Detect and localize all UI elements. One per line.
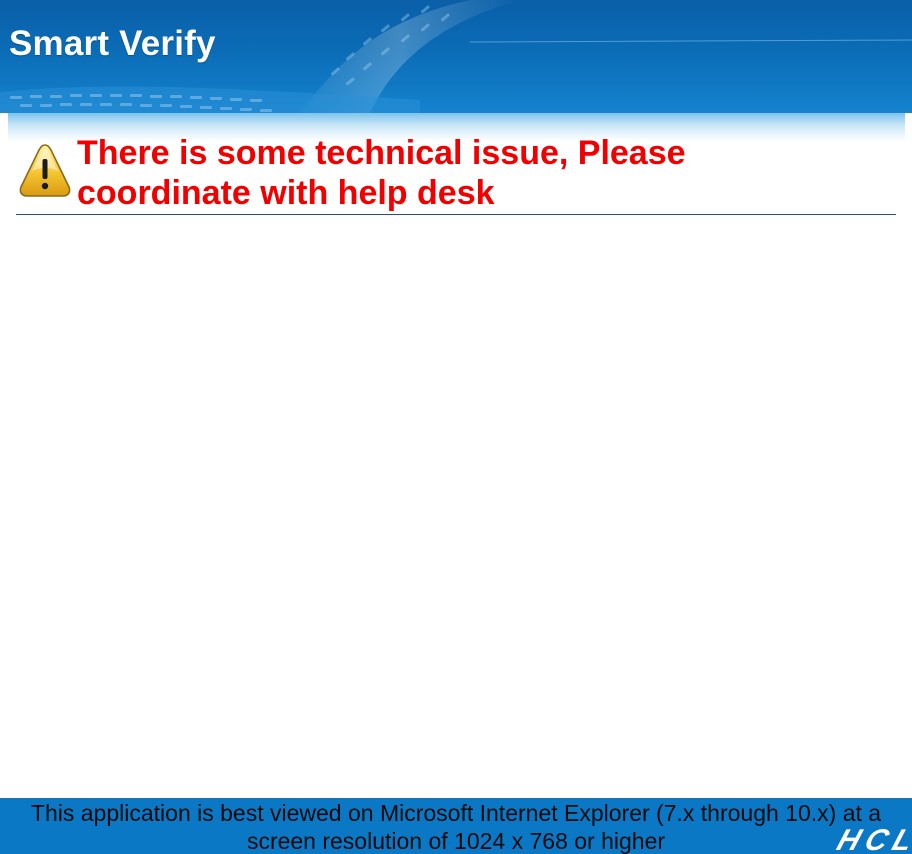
hcl-logo: HCL (833, 824, 912, 854)
error-message: There is some technical issue, Please co… (77, 134, 686, 212)
header-banner: Smart Verify (0, 0, 912, 113)
error-message-row: There is some technical issue, Please co… (16, 133, 896, 215)
page: Smart Verify There is some technical iss… (0, 0, 912, 854)
browser-recommendation-text: This application is best viewed on Micro… (30, 800, 882, 854)
warning-icon (19, 144, 71, 197)
app-title: Smart Verify (9, 24, 216, 63)
footer: This application is best viewed on Micro… (0, 798, 912, 854)
